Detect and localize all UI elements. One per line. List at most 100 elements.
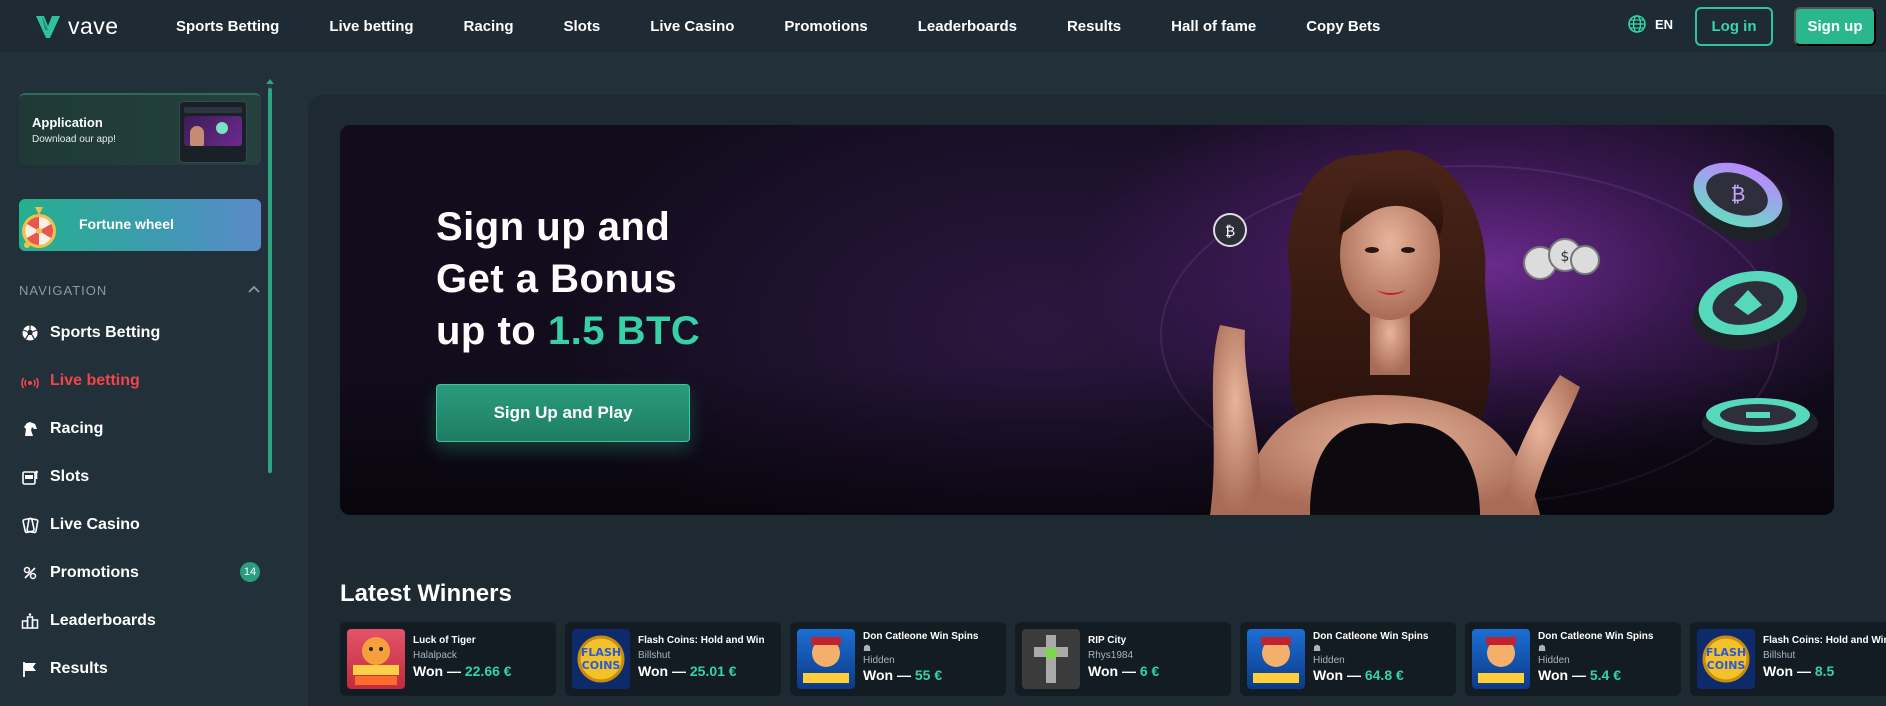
signup-button[interactable]: Sign up [1794, 7, 1876, 46]
winner-game-name: Don Catleone Win Spins [1538, 631, 1654, 642]
winner-card[interactable]: FLASH COINS Flash Coins: Hold and Win Bil… [565, 622, 781, 696]
winner-amount: Won — 64.8 € [1313, 667, 1404, 683]
flag-icon [19, 658, 41, 680]
hero-model-image: ₿ $ ₿ [1210, 150, 1818, 515]
leaderboard-icon [19, 610, 41, 632]
signup-and-play-button[interactable]: Sign Up and Play [436, 384, 690, 442]
sidebar-item-promotions[interactable]: Promotions 14 [19, 559, 264, 587]
login-button[interactable]: Log in [1695, 7, 1773, 46]
fortune-wheel-label: Fortune wheel [79, 216, 174, 232]
winner-amount: Won — 5.4 € [1538, 667, 1621, 683]
hero-line-2: Get a Bonus [436, 257, 678, 301]
winner-game-name: RIP City [1088, 635, 1127, 646]
app-phone-preview-image [179, 101, 247, 163]
winner-amount: Won — 55 € [863, 667, 943, 683]
winner-username: Hidden [863, 655, 895, 666]
winner-game-name: Don Catleone Win Spins [1313, 631, 1429, 642]
hero-bonus-amount: 1.5 BTC [547, 309, 701, 353]
soccer-ball-icon [19, 322, 41, 344]
topnav-live-casino[interactable]: Live Casino [650, 18, 734, 35]
svg-text:₿: ₿ [1731, 182, 1746, 206]
topnav-hall-of-fame[interactable]: Hall of fame [1171, 18, 1256, 35]
language-selector[interactable]: EN [1627, 14, 1673, 34]
sidebar-item-label: Promotions [50, 564, 139, 581]
vave-logo[interactable]: vave [34, 12, 119, 40]
don-catleone-thumbnail [1247, 629, 1305, 689]
flash-coins-thumbnail: FLASH COINS [1697, 629, 1755, 689]
topnav-racing[interactable]: Racing [464, 18, 514, 35]
winner-game-name: Luck of Tiger [413, 635, 476, 646]
hero-banner[interactable]: ₿ $ ₿ Sign up and Get a Bonus up to 1.5 … [340, 125, 1834, 515]
chevron-up-icon[interactable] [248, 285, 260, 293]
svg-text:COINS: COINS [582, 659, 621, 672]
top-nav: Sports Betting Live betting Racing Slots… [176, 0, 1430, 52]
winner-username: Hidden [1538, 655, 1570, 666]
winner-username: Billshut [638, 650, 671, 661]
promotions-count-badge: 14 [240, 562, 260, 582]
slot-machine-icon [19, 466, 41, 488]
gift-icon [19, 562, 41, 584]
sidebar-item-label: Slots [50, 468, 90, 485]
navigation-heading: NAVIGATION [19, 283, 108, 298]
hero-line-1: Sign up and [436, 205, 671, 249]
topnav-live-betting[interactable]: Live betting [329, 18, 413, 35]
topnav-leaderboards[interactable]: Leaderboards [918, 18, 1017, 35]
topnav-sports-betting[interactable]: Sports Betting [176, 18, 279, 35]
rip-city-thumbnail [1022, 629, 1080, 689]
cards-icon [19, 514, 41, 536]
sidebar-item-results[interactable]: Results [19, 655, 264, 683]
sidebar-item-label: Sports Betting [50, 324, 161, 341]
flash-coins-thumbnail: FLASH COINS [572, 629, 630, 689]
winner-amount: Won — 8.5 [1763, 663, 1835, 679]
winner-amount: Won — 22.66 € [413, 663, 512, 679]
winner-username: Halalpack [413, 650, 457, 661]
sidebar-item-label: Results [50, 660, 108, 677]
winner-username: Hidden [1313, 655, 1345, 666]
hero-headline: Sign up and Get a Bonus up to 1.5 BTC [436, 201, 700, 357]
winner-amount: Won — 25.01 € [638, 663, 737, 679]
vave-logo-icon [36, 16, 60, 38]
sidebar-item-racing[interactable]: Racing [19, 415, 264, 443]
app-download-card[interactable]: Application Download our app! [19, 93, 261, 165]
winner-game-name: Don Catleone Win Spins [863, 631, 979, 642]
latest-winners-row[interactable]: Luck of Tiger Halalpack Won — 22.66 € FL… [340, 622, 1886, 696]
language-code: EN [1655, 16, 1674, 32]
sidebar-item-label: Racing [50, 420, 104, 437]
sidebar-item-live-casino[interactable]: Live Casino [19, 511, 264, 539]
hidden-user-icon: ☗ [1538, 643, 1547, 653]
sidebar-item-live-betting[interactable]: Live betting [19, 367, 264, 395]
winner-card[interactable]: Luck of Tiger Halalpack Won — 22.66 € [340, 622, 556, 696]
globe-icon [1628, 15, 1646, 33]
topnav-copy-bets[interactable]: Copy Bets [1306, 18, 1380, 35]
don-catleone-thumbnail [1472, 629, 1530, 689]
winner-card[interactable]: Don Catleone Win Spins ☗ Hidden Won — 64… [1240, 622, 1456, 696]
topnav-slots[interactable]: Slots [564, 18, 601, 35]
sidebar-item-sports-betting[interactable]: Sports Betting [19, 319, 264, 347]
logo-text: vave [68, 12, 119, 39]
winner-amount: Won — 6 € [1088, 663, 1160, 679]
winner-username: Billshut [1763, 650, 1796, 661]
sidebar-item-leaderboards[interactable]: Leaderboards [19, 607, 264, 635]
winner-game-name: Flash Coins: Hold and Win [638, 635, 765, 646]
hidden-user-icon: ☗ [1313, 643, 1322, 653]
sidebar-scrollbar-thumb[interactable] [268, 88, 272, 473]
hidden-user-icon: ☗ [863, 643, 872, 653]
winner-card[interactable]: FLASH COINS Flash Coins: Hold and Win Bil… [1690, 622, 1886, 696]
app-card-subtitle: Download our app! [32, 134, 116, 145]
hero-line-3-prefix: up to [436, 309, 537, 353]
hero-line-3: up to 1.5 BTC [436, 305, 700, 357]
svg-text:FLASH: FLASH [1706, 646, 1746, 659]
sidebar-item-slots[interactable]: Slots [19, 463, 264, 491]
topnav-promotions[interactable]: Promotions [784, 18, 867, 35]
winner-card[interactable]: Don Catleone Win Spins ☗ Hidden Won — 55… [790, 622, 1006, 696]
fortune-wheel-banner[interactable]: Fortune wheel [19, 199, 261, 251]
winner-game-name: Flash Coins: Hold and Win [1763, 635, 1886, 646]
winner-card[interactable]: RIP City Rhys1984 Won — 6 € [1015, 622, 1231, 696]
topnav-results[interactable]: Results [1067, 18, 1121, 35]
svg-text:COINS: COINS [1707, 659, 1746, 672]
svg-text:₿: ₿ [1225, 224, 1235, 240]
fortune-wheel-icon [22, 207, 56, 248]
winner-card[interactable]: Don Catleone Win Spins ☗ Hidden Won — 5.… [1465, 622, 1681, 696]
live-signal-icon [19, 370, 41, 392]
sidebar-item-label: Live betting [50, 372, 140, 389]
